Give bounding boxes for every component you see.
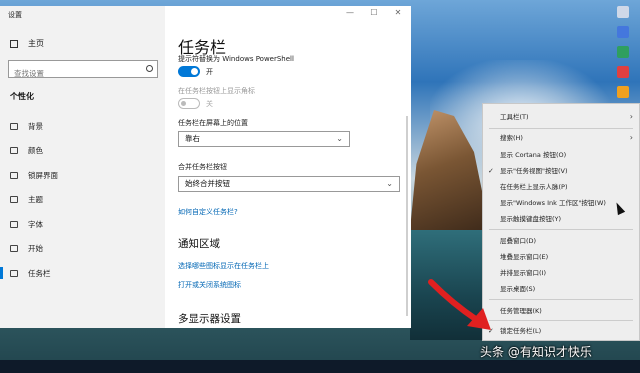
menu-item-task-manager[interactable]: 任务管理器(K) — [483, 304, 639, 318]
sidebar: 主页 个性化 背景 颜色 锁屏界面 主题 — [0, 6, 165, 328]
sidebar-item-taskbar[interactable]: 任务栏 — [0, 261, 165, 286]
select-icons-link[interactable]: 选择哪些图标显示在任务栏上 — [178, 261, 269, 271]
badges-toggle-state: 关 — [206, 100, 213, 108]
window-title: 设置 — [8, 11, 22, 19]
chevron-right-icon: › — [629, 133, 633, 142]
menu-item-lock-taskbar[interactable]: ✓ 锁定任务栏(L) — [483, 324, 639, 338]
powershell-toggle[interactable] — [178, 66, 200, 77]
app-icon[interactable] — [617, 86, 629, 98]
menu-item-label: 显示"任务视图"按钮(V) — [500, 167, 568, 175]
sidebar-home-label: 主页 — [28, 39, 44, 48]
app-icon[interactable] — [617, 46, 629, 58]
brush-icon — [10, 196, 18, 204]
search-input[interactable] — [9, 65, 139, 82]
sidebar-item-label: 背景 — [28, 121, 43, 131]
image-icon — [10, 122, 18, 130]
sidebar-item-colors[interactable]: 颜色 — [0, 139, 165, 164]
app-icon[interactable] — [617, 66, 629, 78]
menu-separator — [489, 299, 633, 300]
position-dropdown-value: 靠右 — [185, 134, 200, 143]
windows-taskbar[interactable] — [0, 360, 640, 373]
sidebar-item-label: 锁屏界面 — [28, 170, 58, 180]
sidebar-item-label: 开始 — [28, 244, 43, 254]
menu-item-touch-keyboard[interactable]: 显示触摸键盘按钮(Y) — [483, 212, 639, 226]
sidebar-section-title: 个性化 — [10, 92, 34, 101]
menu-item-label: 任务管理器(K) — [500, 307, 542, 315]
menu-separator — [489, 229, 633, 230]
chevron-down-icon: ⌄ — [386, 179, 393, 188]
sidebar-item-label: 字体 — [28, 219, 43, 229]
checkmark-icon: ✓ — [488, 167, 494, 175]
chevron-down-icon: ⌄ — [336, 134, 343, 143]
settings-window: 主页 个性化 背景 颜色 锁屏界面 主题 — [0, 6, 411, 328]
app-icon[interactable] — [617, 6, 629, 18]
menu-item-label: 锁定任务栏(L) — [500, 327, 542, 335]
sidebar-item-label: 任务栏 — [28, 268, 51, 278]
multi-display-heading: 多显示器设置 — [178, 313, 241, 325]
menu-item-task-view[interactable]: ✓ 显示"任务视图"按钮(V) — [483, 164, 639, 178]
menu-item-show-desktop[interactable]: 显示桌面(S) — [483, 282, 639, 296]
menu-item-label: 显示触摸键盘按钮(Y) — [500, 215, 562, 223]
main-content: 任务栏 提示符替换为 Windows PowerShell 开 在任务栏按钮上显… — [178, 6, 408, 328]
position-label: 任务栏在屏幕上的位置 — [178, 119, 248, 127]
menu-item-side-by-side[interactable]: 并排显示窗口(I) — [483, 266, 639, 280]
taskbar-context-menu: 工具栏(T) › 搜索(H) › 显示 Cortana 按钮(O) ✓ 显示"任… — [482, 103, 640, 341]
menu-item-label: 堆叠显示窗口(E) — [500, 253, 549, 261]
search-icon[interactable] — [146, 65, 153, 72]
sidebar-item-background[interactable]: 背景 — [0, 114, 165, 139]
menu-item-label: 显示 Cortana 按钮(O) — [500, 151, 567, 159]
sidebar-home[interactable]: 主页 — [10, 38, 44, 49]
search-box[interactable] — [8, 60, 158, 82]
sidebar-item-lock-screen[interactable]: 锁屏界面 — [0, 163, 165, 188]
start-icon — [10, 245, 18, 253]
combine-dropdown[interactable]: 始终合并按钮 ⌄ — [178, 176, 400, 192]
taskbar-icon — [10, 269, 18, 277]
position-dropdown[interactable]: 靠右 ⌄ — [178, 131, 350, 147]
menu-separator — [489, 128, 633, 129]
menu-item-people[interactable]: 在任务栏上显示人脉(P) — [483, 180, 639, 194]
sidebar-item-label: 颜色 — [28, 146, 43, 156]
sidebar-item-themes[interactable]: 主题 — [0, 188, 165, 213]
lock-screen-icon — [10, 171, 18, 179]
font-icon — [10, 220, 18, 228]
menu-item-stack[interactable]: 堆叠显示窗口(E) — [483, 250, 639, 264]
menu-item-search[interactable]: 搜索(H) › — [483, 131, 639, 145]
menu-item-label: 工具栏(T) — [500, 113, 529, 121]
system-icons-link[interactable]: 打开或关闭系统图标 — [178, 280, 241, 290]
red-arrow-annotation — [428, 279, 491, 330]
sidebar-nav: 背景 颜色 锁屏界面 主题 字体 开始 任务栏 — [0, 114, 165, 286]
app-icon[interactable] — [617, 26, 629, 38]
sidebar-item-label: 主题 — [28, 195, 43, 205]
watermark: 头条 @有知识才快乐 — [480, 345, 592, 359]
menu-item-cortana[interactable]: 显示 Cortana 按钮(O) — [483, 148, 639, 162]
menu-item-label: 搜索(H) — [500, 134, 523, 142]
menu-item-cascade[interactable]: 层叠窗口(D) — [483, 234, 639, 248]
palette-icon — [10, 147, 18, 155]
combine-label: 合并任务栏按钮 — [178, 163, 227, 171]
toggle-knob — [181, 101, 186, 106]
badges-label: 在任务栏按钮上显示角标 — [178, 87, 255, 95]
sidebar-item-start[interactable]: 开始 — [0, 237, 165, 262]
customize-taskbar-link[interactable]: 如何自定义任务栏? — [178, 207, 238, 217]
powershell-label: 提示符替换为 Windows PowerShell — [178, 55, 294, 63]
scrollbar[interactable] — [406, 116, 408, 316]
menu-item-label: 层叠窗口(D) — [500, 237, 537, 245]
notification-area-heading: 通知区域 — [178, 238, 220, 250]
toggle-knob — [191, 68, 198, 75]
sidebar-item-fonts[interactable]: 字体 — [0, 212, 165, 237]
menu-separator — [489, 320, 633, 321]
badges-toggle[interactable] — [178, 98, 200, 109]
home-icon — [10, 39, 18, 48]
powershell-toggle-state: 开 — [206, 68, 213, 76]
menu-item-label: 显示桌面(S) — [500, 285, 536, 293]
menu-item-label: 在任务栏上显示人脉(P) — [500, 183, 568, 191]
menu-item-label: 并排显示窗口(I) — [500, 269, 546, 277]
chevron-right-icon: › — [629, 112, 633, 121]
combine-dropdown-value: 始终合并按钮 — [185, 179, 230, 188]
menu-item-toolbars[interactable]: 工具栏(T) › — [483, 110, 639, 124]
menu-item-label: 显示"Windows Ink 工作区"按钮(W) — [500, 199, 606, 207]
